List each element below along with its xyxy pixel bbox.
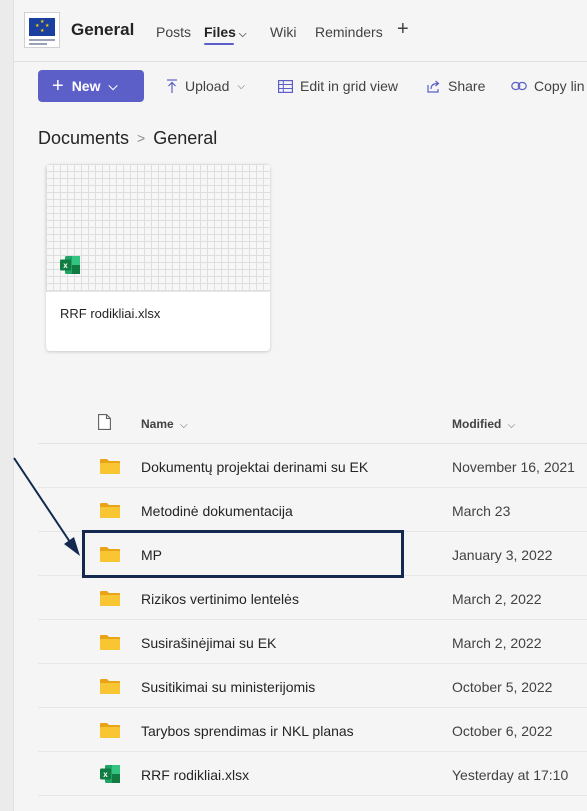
row-modified: October 5, 2022: [452, 679, 553, 695]
new-button[interactable]: + New ⌵: [38, 70, 144, 102]
folder-icon: [100, 678, 120, 699]
name-header-label: Name: [141, 417, 174, 431]
new-button-label: New: [71, 78, 101, 94]
plus-icon: +: [52, 75, 64, 97]
tile-file-name: RRF rodikliai.xlsx: [60, 306, 161, 321]
teams-files-view: ★ ★ ★ ★ General Posts Files ⌵ Wiki Remind…: [0, 0, 587, 811]
row-modified: March 2, 2022: [452, 635, 542, 651]
team-logo-icon[interactable]: ★ ★ ★ ★: [24, 12, 60, 48]
svg-text:x: x: [103, 770, 108, 779]
channel-name: General: [71, 20, 135, 39]
tab-wiki[interactable]: Wiki: [270, 24, 296, 40]
highlight-box: [82, 530, 404, 578]
file-type-icon[interactable]: [98, 414, 111, 430]
row-modified: March 2, 2022: [452, 591, 542, 607]
folder-icon: [100, 502, 120, 523]
modified-header-label: Modified: [452, 417, 502, 431]
grid-icon: [278, 79, 293, 93]
row-modified: March 23: [452, 503, 511, 519]
table-row[interactable]: Susitikimai su ministerijomis October 5, …: [38, 664, 587, 708]
upload-button[interactable]: Upload ⌵: [166, 78, 245, 94]
modified-column-header[interactable]: Modified ⌵: [452, 417, 515, 431]
svg-text:x: x: [63, 261, 68, 270]
row-name[interactable]: Tarybos sprendimas ir NKL planas: [141, 723, 354, 739]
channel-header: ★ ★ ★ ★ General Posts Files ⌵ Wiki Remind…: [14, 0, 587, 62]
tab-posts[interactable]: Posts: [156, 24, 191, 40]
upload-icon: [167, 78, 177, 93]
logo-caption-line: [29, 39, 55, 41]
tab-reminders[interactable]: Reminders: [315, 24, 383, 40]
table-row[interactable]: Tarybos sprendimas ir NKL planas October …: [38, 708, 587, 752]
share-icon: [427, 80, 440, 93]
row-name[interactable]: Susitikimai su ministerijomis: [141, 679, 315, 695]
share-label: Share: [448, 78, 486, 94]
chevron-down-icon: ⌵: [238, 29, 247, 40]
table-row[interactable]: x RRF rodikliai.xlsx Yesterday at 17:10: [38, 752, 587, 796]
row-name[interactable]: Rizikos vertinimo lentelės: [141, 591, 299, 607]
chevron-down-icon: ⌵: [507, 420, 516, 431]
row-name[interactable]: Metodinė dokumentacija: [141, 503, 293, 519]
chevron-down-icon: ⌵: [180, 420, 188, 431]
upload-label: Upload: [185, 78, 230, 94]
chevron-down-icon: ⌵: [237, 80, 245, 92]
table-row[interactable]: Rizikos vertinimo lentelės March 2, 2022: [38, 576, 587, 620]
active-tab-indicator: [204, 43, 234, 45]
file-tile[interactable]: x RRF rodikliai.xlsx: [46, 164, 270, 351]
folder-icon: [100, 458, 120, 479]
row-name[interactable]: Dokumentų projektai derinami su EK: [141, 459, 368, 475]
edit-grid-view-button[interactable]: Edit in grid view: [278, 78, 398, 94]
table-row[interactable]: Dokumentų projektai derinami su EK Novemb…: [38, 444, 587, 488]
copy-link-label: Copy lin: [534, 78, 585, 94]
app-rail-edge: [0, 0, 14, 811]
chevron-right-icon: >: [137, 130, 146, 146]
folder-icon: [100, 590, 120, 611]
row-name[interactable]: Susirašinėjimai su EK: [141, 635, 276, 651]
tab-files[interactable]: Files ⌵: [204, 24, 247, 40]
logo-caption-line: [29, 43, 47, 45]
copy-link-button[interactable]: Copy lin: [511, 78, 585, 94]
chevron-down-icon: ⌵: [108, 78, 118, 93]
row-modified: October 6, 2022: [452, 723, 553, 739]
breadcrumb-current: General: [153, 128, 218, 148]
breadcrumb-root[interactable]: Documents: [38, 128, 129, 148]
row-name[interactable]: RRF rodikliai.xlsx: [141, 767, 249, 783]
folder-icon: [100, 722, 120, 743]
link-icon: [511, 81, 527, 91]
name-column-header[interactable]: Name ⌵: [141, 417, 188, 431]
add-tab-plus-icon[interactable]: +: [397, 18, 409, 41]
tab-files-label: Files: [204, 24, 236, 40]
row-modified: January 3, 2022: [452, 547, 553, 563]
excel-icon: x: [60, 256, 80, 274]
eu-flag-icon: ★ ★ ★ ★: [29, 18, 55, 36]
row-modified: Yesterday at 17:10: [452, 767, 569, 783]
breadcrumb: Documents > General: [38, 128, 217, 149]
edit-grid-label: Edit in grid view: [300, 78, 399, 94]
share-button[interactable]: Share: [427, 78, 485, 94]
table-row[interactable]: Susirašinėjimai su EK March 2, 2022: [38, 620, 587, 664]
row-modified: November 16, 2021: [452, 459, 575, 475]
folder-icon: [100, 634, 120, 655]
table-row[interactable]: Metodinė dokumentacija March 23: [38, 488, 587, 532]
excel-icon: x: [100, 765, 120, 788]
list-header: Name ⌵ Modified ⌵: [38, 400, 587, 444]
files-toolbar: + New ⌵ Upload ⌵ Edit in grid view Share…: [14, 62, 587, 112]
